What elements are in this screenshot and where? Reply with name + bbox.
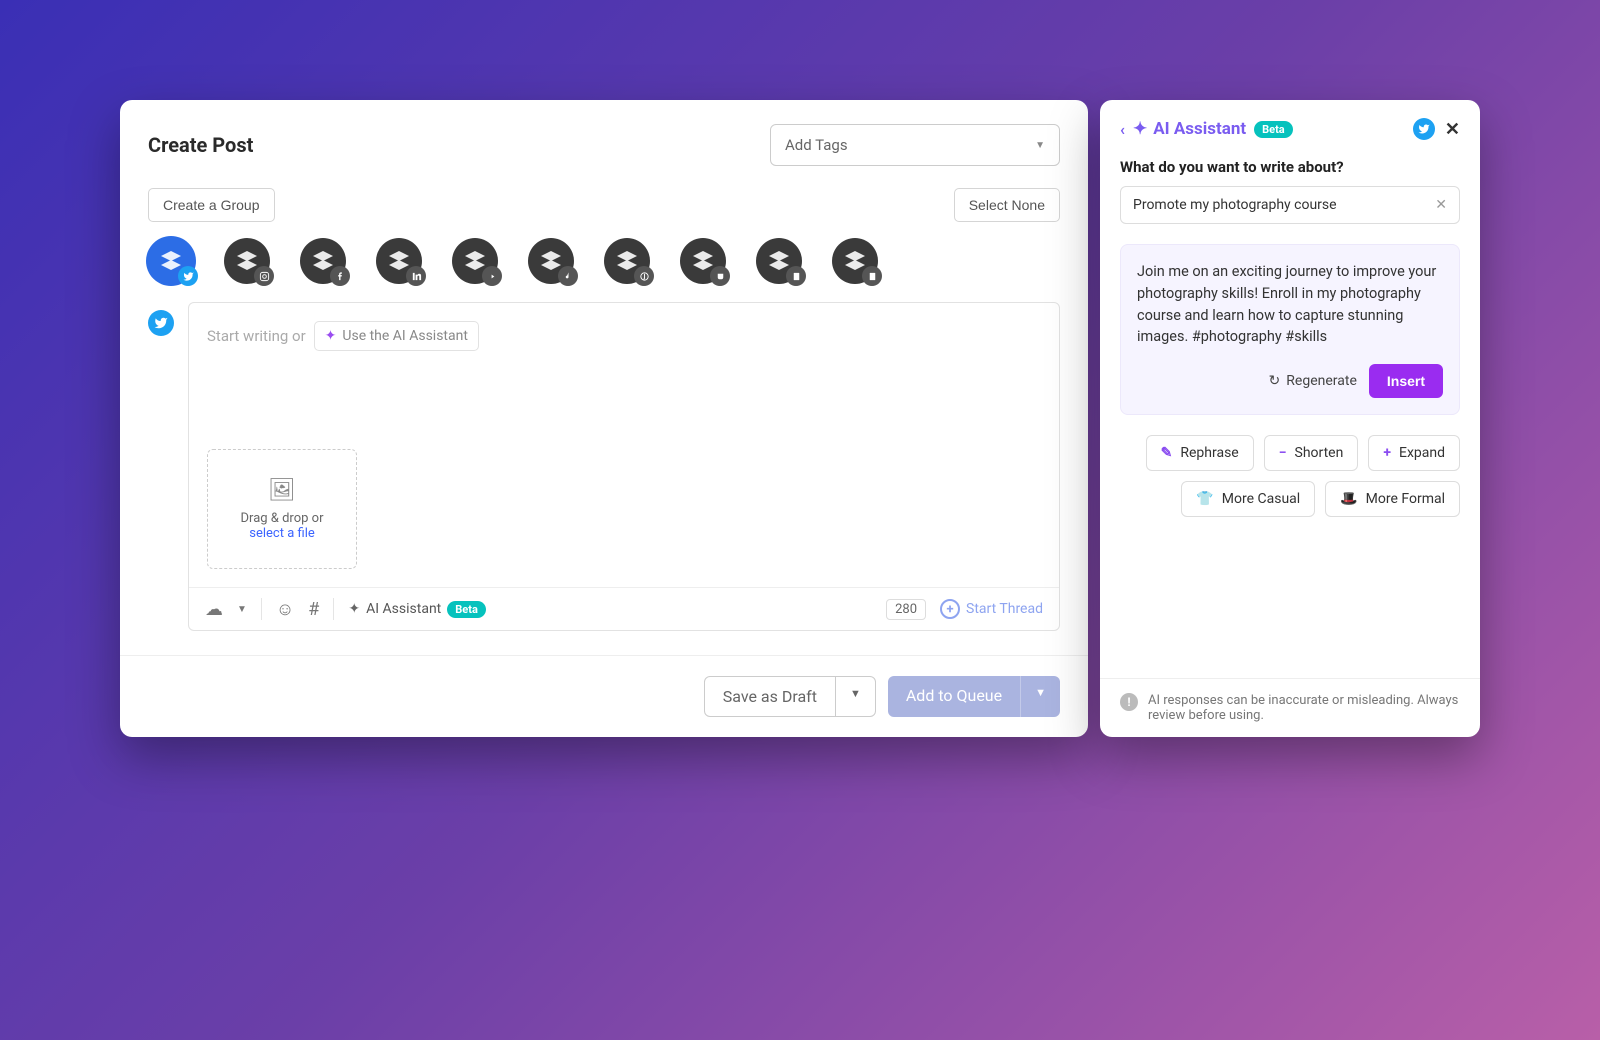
- composer-placeholder[interactable]: Start writing or: [207, 327, 306, 345]
- add-to-queue-button[interactable]: Add to Queue ▼: [888, 676, 1060, 717]
- refresh-icon: ↻: [1269, 373, 1281, 389]
- more-formal-button[interactable]: 🎩 More Formal: [1325, 481, 1460, 517]
- select-none-button[interactable]: Select None: [954, 188, 1060, 222]
- channel-linkedin[interactable]: [376, 238, 422, 284]
- emoji-icon[interactable]: ☺: [276, 599, 294, 620]
- wand-icon: ✦: [348, 601, 360, 617]
- chevron-down-icon: ▼: [1035, 140, 1045, 151]
- drag-drop-label: Drag & drop or: [241, 511, 324, 526]
- instagram-badge-icon: [254, 266, 274, 286]
- cloud-dropdown-icon[interactable]: ▼: [237, 604, 247, 615]
- chevron-down-icon[interactable]: ▼: [835, 677, 875, 716]
- channel-twitter[interactable]: [148, 238, 194, 284]
- facebook-badge-icon: [330, 266, 350, 286]
- expand-button[interactable]: + Expand: [1368, 435, 1460, 471]
- character-count: 280: [886, 599, 926, 620]
- wand-icon: ✦: [325, 328, 337, 344]
- ai-result-card: Join me on an exciting journey to improv…: [1120, 244, 1460, 415]
- cloud-icon[interactable]: ☁: [205, 599, 223, 620]
- wand-icon: ✦: [1133, 119, 1147, 139]
- clear-input-icon[interactable]: ✕: [1435, 197, 1447, 213]
- ai-result-text: Join me on an exciting journey to improv…: [1137, 261, 1443, 348]
- create-group-button[interactable]: Create a Group: [148, 188, 275, 222]
- beta-badge: Beta: [1254, 121, 1293, 138]
- pinterest-badge-icon: [634, 266, 654, 286]
- channel-youtube[interactable]: [452, 238, 498, 284]
- channel-pinterest[interactable]: [604, 238, 650, 284]
- separator: [261, 598, 262, 620]
- use-ai-assistant-chip[interactable]: ✦ Use the AI Assistant: [314, 321, 479, 351]
- twitter-badge-icon: [178, 266, 198, 286]
- ai-assistant-title: ✦ AI Assistant: [1133, 119, 1246, 139]
- add-tags-placeholder: Add Tags: [785, 136, 848, 154]
- ai-assistant-panel: ‹ ✦ AI Assistant Beta ✕ What do you want…: [1100, 100, 1480, 737]
- channel-startpage-1[interactable]: [756, 238, 802, 284]
- more-casual-button[interactable]: 👕 More Casual: [1181, 481, 1315, 517]
- back-chevron-icon[interactable]: ‹: [1120, 120, 1125, 139]
- ai-disclaimer: AI responses can be inaccurate or mislea…: [1148, 693, 1460, 723]
- regenerate-button[interactable]: ↻ Regenerate: [1269, 373, 1357, 389]
- channel-instagram[interactable]: [224, 238, 270, 284]
- media-dropzone[interactable]: 🖼 Drag & drop or select a file: [207, 449, 357, 569]
- channel-tiktok[interactable]: [528, 238, 574, 284]
- warning-icon: !: [1120, 693, 1138, 711]
- ai-assistant-button[interactable]: ✦ AI Assistant Beta: [348, 601, 485, 618]
- page-badge-icon: [862, 266, 882, 286]
- active-network-icon: [148, 310, 174, 336]
- add-tags-select[interactable]: Add Tags ▼: [770, 124, 1060, 166]
- chevron-down-icon[interactable]: ▼: [1020, 676, 1060, 717]
- casual-icon: 👕: [1196, 491, 1213, 507]
- prompt-input[interactable]: Promote my photography course ✕: [1120, 186, 1460, 224]
- rephrase-button[interactable]: ✎ Rephrase: [1146, 435, 1254, 471]
- youtube-badge-icon: [482, 266, 502, 286]
- tiktok-badge-icon: [558, 266, 578, 286]
- channel-picker: [120, 234, 1088, 302]
- start-thread-button[interactable]: + Start Thread: [940, 599, 1043, 619]
- linkedin-badge-icon: [406, 266, 426, 286]
- shorten-icon: −: [1279, 445, 1287, 461]
- post-composer: Start writing or ✦ Use the AI Assistant …: [188, 302, 1060, 631]
- expand-icon: +: [1383, 445, 1391, 461]
- save-draft-button[interactable]: Save as Draft ▼: [704, 676, 876, 717]
- page-title: Create Post: [148, 133, 253, 157]
- insert-button[interactable]: Insert: [1369, 364, 1443, 398]
- prompt-question: What do you want to write about?: [1120, 158, 1460, 176]
- plus-circle-icon: +: [940, 599, 960, 619]
- formal-icon: 🎩: [1340, 491, 1357, 507]
- twitter-icon: [1413, 118, 1435, 140]
- image-icon: 🖼: [268, 478, 296, 503]
- create-post-panel: Create Post Add Tags ▼ Create a Group Se…: [120, 100, 1088, 737]
- beta-badge: Beta: [447, 601, 486, 618]
- channel-facebook[interactable]: [300, 238, 346, 284]
- shorten-button[interactable]: − Shorten: [1264, 435, 1359, 471]
- select-file-link[interactable]: select a file: [249, 526, 315, 541]
- prompt-input-value: Promote my photography course: [1133, 197, 1337, 213]
- mastodon-badge-icon: [710, 266, 730, 286]
- channel-mastodon[interactable]: [680, 238, 726, 284]
- channel-startpage-2[interactable]: [832, 238, 878, 284]
- hashtag-icon[interactable]: #: [308, 599, 319, 620]
- page-badge-icon: [786, 266, 806, 286]
- separator: [333, 598, 334, 620]
- rephrase-icon: ✎: [1161, 445, 1173, 461]
- close-icon[interactable]: ✕: [1445, 119, 1460, 140]
